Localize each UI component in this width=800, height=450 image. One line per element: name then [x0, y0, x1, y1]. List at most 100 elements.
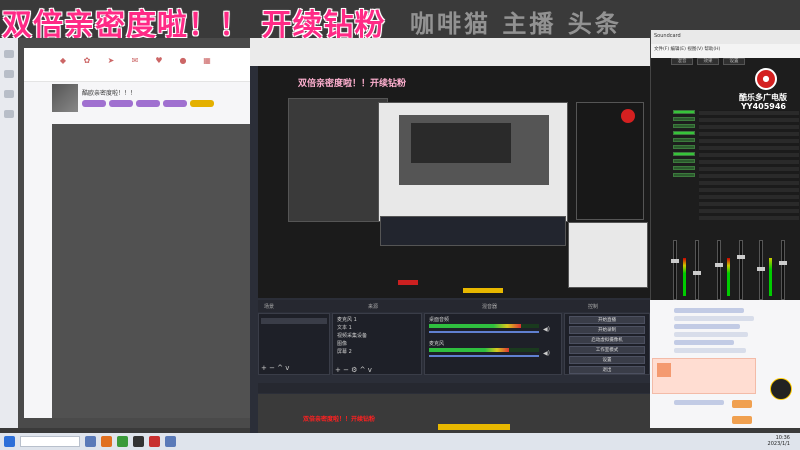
obs-app-icon[interactable]: [133, 436, 144, 447]
effect-slot[interactable]: [673, 117, 695, 121]
chat-message: [674, 400, 724, 405]
channel-fader[interactable]: [757, 240, 765, 300]
start-streaming-button[interactable]: 开始直播: [569, 316, 645, 324]
preview-banner: 双倍亲密度啦！！开续钻粉: [298, 79, 407, 89]
browser-icon[interactable]: [101, 436, 112, 447]
task-icon[interactable]: ✉: [126, 56, 144, 72]
vu-meter: [683, 258, 686, 296]
tab-effects[interactable]: 效果: [697, 58, 719, 65]
obs-titlebar: [250, 38, 650, 66]
system-clock[interactable]: 10:36 2023/1/1: [768, 435, 790, 447]
home-icon[interactable]: [4, 50, 14, 58]
mascot-icon[interactable]: [770, 378, 792, 400]
speaker-icon[interactable]: ◀): [543, 326, 550, 333]
exit-button[interactable]: 退出: [569, 366, 645, 374]
promo-banner-tail: 咖啡猫 主播 头条: [410, 9, 622, 38]
streamer-avatar[interactable]: [52, 84, 78, 112]
chat-send-button[interactable]: [732, 416, 752, 424]
room-tag[interactable]: [109, 100, 133, 107]
source-item[interactable]: 屏幕 2: [337, 348, 352, 355]
source-item[interactable]: 文本 1: [337, 324, 352, 331]
effect-slot[interactable]: [673, 173, 695, 177]
scene-item[interactable]: [261, 318, 327, 324]
folder-icon[interactable]: [165, 436, 176, 447]
overlay-red-text: 双倍亲密度啦！！开续钻粉: [303, 416, 376, 423]
volume-slider[interactable]: [429, 355, 539, 357]
controls-dock-title: 控制: [588, 304, 599, 310]
effect-slot[interactable]: [673, 159, 695, 163]
effect-slot[interactable]: [673, 152, 695, 156]
source-item[interactable]: 麦克风 1: [337, 316, 357, 323]
vu-meter: [769, 258, 772, 296]
history-icon[interactable]: [4, 90, 14, 98]
windows-start-icon[interactable]: [4, 436, 15, 447]
fader-knob[interactable]: [757, 267, 765, 271]
fans-icon[interactable]: ♥: [150, 56, 168, 72]
effect-slot[interactable]: [673, 110, 695, 114]
tab-mix[interactable]: 混音: [671, 58, 693, 65]
user-icon[interactable]: ●: [174, 56, 192, 72]
search-icon[interactable]: [20, 436, 80, 447]
fader-knob[interactable]: [671, 259, 679, 263]
effect-slot[interactable]: [673, 124, 695, 128]
chat-message: [674, 340, 734, 345]
scene-toolbar: + − ^ v: [261, 364, 290, 372]
channel-fader[interactable]: [737, 240, 745, 300]
nested-browser: [288, 98, 388, 222]
chat-action-button[interactable]: [732, 400, 752, 408]
settings-icon[interactable]: [4, 110, 14, 118]
nested-preview-inner: [411, 123, 511, 163]
fader-knob[interactable]: [715, 263, 723, 267]
share-icon[interactable]: ➤: [102, 56, 120, 72]
virtual-camera-button[interactable]: 启动虚拟摄像机: [569, 336, 645, 344]
soundcard-menu[interactable]: 文件(F) 编辑(E) 视图(V) 帮助(H): [651, 44, 800, 58]
room-tag[interactable]: [163, 100, 187, 107]
room-tag[interactable]: [190, 100, 214, 107]
effect-slot[interactable]: [673, 131, 695, 135]
settings-button[interactable]: 设置: [569, 356, 645, 364]
follow-icon[interactable]: [4, 70, 14, 78]
overlay-yellow-bar: [438, 424, 510, 430]
source-item[interactable]: 图像: [337, 340, 347, 347]
rank-icon[interactable]: ◆: [54, 56, 72, 72]
effect-slot[interactable]: [673, 166, 695, 170]
start-recording-button[interactable]: 开始录制: [569, 326, 645, 334]
channel-fader[interactable]: [715, 240, 723, 300]
channel-fader[interactable]: [779, 240, 787, 300]
room-tag[interactable]: [82, 100, 106, 107]
room-tag[interactable]: [136, 100, 160, 107]
clock-date: 2023/1/1: [767, 441, 790, 447]
effect-slot[interactable]: [673, 145, 695, 149]
chat-message: [674, 316, 754, 321]
gift-icon: [657, 363, 671, 377]
fader-knob[interactable]: [779, 261, 787, 265]
tab-settings[interactable]: 设置: [723, 58, 745, 65]
obs-lower-area: 双倍亲密度啦！！开续钻粉: [258, 394, 650, 433]
nested-chat: [568, 222, 648, 288]
soundcard-app-icon[interactable]: [149, 436, 160, 447]
more-icon[interactable]: ▦: [198, 56, 216, 72]
volume-meter: [429, 348, 509, 352]
mixer-dock-title: 混音器: [482, 304, 498, 310]
effect-slot[interactable]: [673, 138, 695, 142]
effect-list: [673, 110, 695, 180]
source-item[interactable]: 视频采集设备: [337, 332, 367, 339]
speaker-icon[interactable]: ◀): [543, 350, 550, 357]
channel-fader[interactable]: [693, 240, 701, 300]
room-toolbar: ◆ ✿ ➤ ✉ ♥ ● ▦: [24, 48, 250, 82]
gift-icon[interactable]: ✿: [78, 56, 96, 72]
room-title: 酷欧亲密度啦！！！: [82, 90, 137, 97]
fader-knob[interactable]: [693, 271, 701, 275]
nested-logo: [621, 109, 635, 123]
channel-fader[interactable]: [671, 240, 679, 300]
chat-app-icon[interactable]: [117, 436, 128, 447]
vu-meter: [727, 258, 730, 296]
volume-meter: [429, 324, 521, 328]
studio-mode-button[interactable]: 工作室模式: [569, 346, 645, 354]
fader-knob[interactable]: [737, 255, 745, 259]
task-view-icon[interactable]: [85, 436, 96, 447]
nested-mixer: [576, 102, 644, 220]
volume-slider[interactable]: [429, 331, 539, 333]
dock-header: 场景 来源 混音器 控制: [258, 300, 650, 312]
nested-obs-docks: [380, 216, 566, 246]
